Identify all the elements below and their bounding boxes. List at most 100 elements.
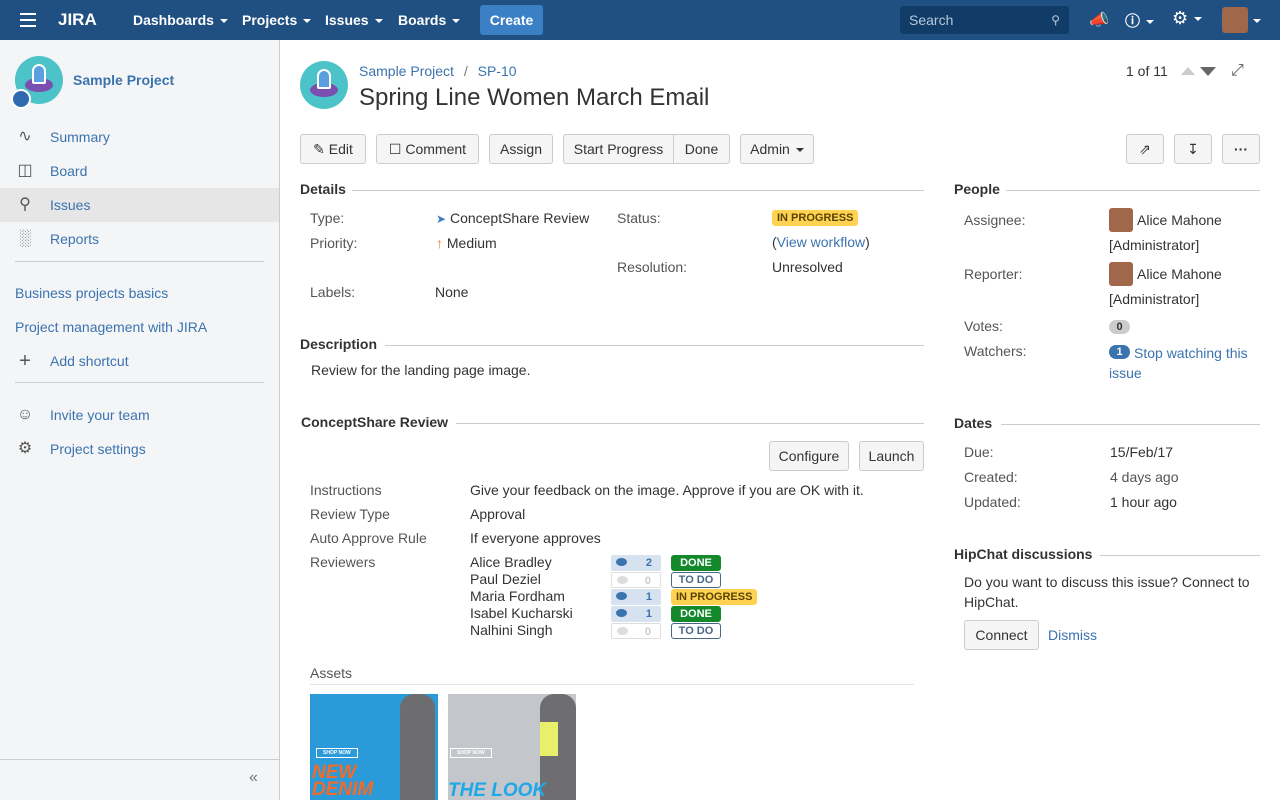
comment-button[interactable]: ☐ Comment <box>376 134 479 164</box>
description-heading: Description <box>300 336 378 352</box>
reviewer-name: Paul Deziel <box>470 571 541 587</box>
connect-button[interactable]: Connect <box>964 620 1039 650</box>
votes-badge[interactable]: 0 <box>1109 320 1130 334</box>
search-icon: ⚲ <box>1051 13 1060 27</box>
add-shortcut-label: Add shortcut <box>50 353 129 369</box>
help-icon[interactable]: ⓘ <box>1125 10 1154 31</box>
updated-value: 1 hour ago <box>1110 494 1177 510</box>
collapse-icon[interactable]: ⤢ <box>1231 62 1244 80</box>
comment-bubble-icon <box>617 576 628 584</box>
reviewer-comment-count[interactable]: 1 <box>611 589 661 605</box>
export-button[interactable]: ↧ <box>1174 134 1212 164</box>
board-icon: ◫ <box>17 162 33 179</box>
next-issue-icon[interactable] <box>1200 67 1216 76</box>
asset-thumbnail[interactable]: SHOP NOW THE LOOK <box>448 694 576 800</box>
auto-approve-label: Auto Approve Rule <box>310 530 427 546</box>
description-text[interactable]: Review for the landing page image. <box>311 362 530 378</box>
notifications-icon[interactable]: 📣 <box>1089 10 1109 30</box>
search-placeholder: Search <box>909 12 954 28</box>
start-progress-button[interactable]: Start Progress <box>563 134 674 164</box>
asset-thumbnail[interactable]: SHOP NOW NEW DENIM <box>310 694 438 800</box>
more-actions-button[interactable]: ··· <box>1222 134 1260 164</box>
dates-heading: Dates <box>954 415 993 431</box>
nav-issues[interactable]: Issues <box>325 0 383 40</box>
details-heading: Details <box>300 181 346 197</box>
nav-boards[interactable]: Boards <box>398 0 460 40</box>
created-value: 4 days ago <box>1110 469 1179 485</box>
collapse-sidebar-icon[interactable]: « <box>249 769 258 787</box>
nav-dashboards[interactable]: Dashboards <box>133 0 228 40</box>
sidebar-item-board[interactable]: ◫ Board <box>0 154 279 188</box>
edit-button[interactable]: ✎ Edit <box>300 134 366 164</box>
nav-projects[interactable]: Projects <box>242 0 311 40</box>
activity-icon: ∿ <box>18 128 32 145</box>
dismiss-link[interactable]: Dismiss <box>1048 627 1097 643</box>
resolution-label: Resolution: <box>617 259 688 275</box>
sidebar-item-label: Board <box>50 163 88 179</box>
sidebar-item-reports[interactable]: ░ Reports <box>0 222 279 256</box>
resolution-value: Unresolved <box>772 259 843 275</box>
settings-gear-icon[interactable]: ⚙ <box>1172 8 1202 29</box>
user-avatar[interactable] <box>1222 7 1248 33</box>
project-name[interactable]: Sample Project <box>73 72 174 88</box>
status-lozenge: IN PROGRESS <box>772 210 859 226</box>
menu-icon[interactable] <box>20 13 36 27</box>
admin-dropdown[interactable]: Admin <box>740 134 814 164</box>
configure-button[interactable]: Configure <box>769 441 849 471</box>
breadcrumb: Sample Project / SP-10 <box>359 63 517 79</box>
reviewer-comment-count[interactable]: 0 <box>611 623 661 639</box>
download-icon: ↧ <box>1187 141 1199 157</box>
votes-label: Votes: <box>964 318 1003 334</box>
shortcut-project-management[interactable]: Project management with JIRA <box>15 319 207 335</box>
reviewer-status: TO DO <box>671 623 721 639</box>
shortcut-business-basics[interactable]: Business projects basics <box>15 285 168 301</box>
breadcrumb-project[interactable]: Sample Project <box>359 63 454 79</box>
create-button[interactable]: Create <box>480 5 543 35</box>
issue-pager: 1 of 11 <box>1126 63 1168 79</box>
hipchat-heading: HipChat discussions <box>954 546 1093 562</box>
reporter-role: [Administrator] <box>1109 291 1200 307</box>
labels-label: Labels: <box>310 284 356 300</box>
assign-button[interactable]: Assign <box>489 134 553 164</box>
issue-title: Spring Line Women March Email <box>359 84 710 111</box>
previous-issue-icon[interactable] <box>1181 67 1195 75</box>
comment-bubble-icon <box>616 609 627 617</box>
people-heading: People <box>954 181 1000 197</box>
search-input[interactable]: Search ⚲ <box>900 6 1069 34</box>
reviewer-status: IN PROGRESS <box>671 589 758 605</box>
share-button[interactable]: ⇗ <box>1126 134 1164 164</box>
plus-icon: + <box>19 350 31 372</box>
asset-cta: SHOP NOW <box>316 748 358 758</box>
sidebar-item-issues[interactable]: ⚲ Issues <box>0 188 279 222</box>
done-button[interactable]: Done <box>673 134 730 164</box>
project-sidebar: Sample Project ∿ Summary ◫ Board ⚲ Issues ░… <box>0 40 280 800</box>
asset-headline: NEW DENIM <box>312 762 374 800</box>
reviewer-comment-count[interactable]: 0 <box>611 572 661 588</box>
invite-team-button[interactable]: ☺ Invite your team <box>0 398 279 432</box>
comment-bubble-icon <box>616 592 627 600</box>
launch-button[interactable]: Launch <box>859 441 924 471</box>
status-label: Status: <box>617 210 661 226</box>
stop-watching-link[interactable]: Stop watching this issue <box>1109 343 1259 383</box>
reviewer-status: TO DO <box>671 572 721 588</box>
add-user-icon: ☺ <box>16 406 34 423</box>
jira-logo[interactable]: JIRA <box>58 0 97 40</box>
project-settings-button[interactable]: ⚙ Project settings <box>0 432 279 466</box>
reviewers-label: Reviewers <box>310 554 376 570</box>
reviewer-comment-count[interactable]: 2 <box>611 555 661 571</box>
due-label: Due: <box>964 444 994 460</box>
breadcrumb-issue-key[interactable]: SP-10 <box>478 63 517 79</box>
created-label: Created: <box>964 469 1018 485</box>
sidebar-item-summary[interactable]: ∿ Summary <box>0 120 279 154</box>
reporter-name[interactable]: Alice Mahone <box>1137 266 1222 282</box>
reviewer-comment-count[interactable]: 1 <box>611 606 661 622</box>
reporter-label: Reporter: <box>964 266 1023 282</box>
add-shortcut-button[interactable]: + Add shortcut <box>0 344 279 378</box>
due-value: 15/Feb/17 <box>1110 444 1174 460</box>
view-workflow-link[interactable]: View workflow <box>777 234 865 250</box>
share-icon: ⇗ <box>1139 141 1151 157</box>
assignee-name[interactable]: Alice Mahone <box>1137 212 1222 228</box>
user-menu-caret[interactable] <box>1247 12 1261 28</box>
settings-gear-icon: ⚙ <box>17 440 33 457</box>
divider <box>456 423 924 424</box>
